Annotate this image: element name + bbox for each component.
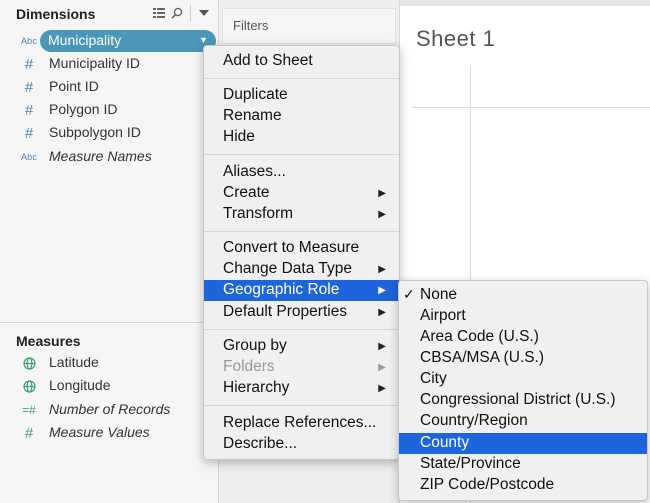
field-subpolygon-id[interactable]: # Subpolygon ID: [0, 122, 219, 144]
geo-role-airport[interactable]: Airport: [399, 306, 647, 327]
submenu-arrow-icon: ▶: [378, 307, 386, 318]
filters-shelf[interactable]: Filters: [222, 8, 396, 44]
menu-item-replace-references[interactable]: Replace References...: [204, 413, 399, 434]
dropdown-caret-icon[interactable]: [195, 4, 213, 22]
field-longitude[interactable]: Longitude: [0, 375, 219, 397]
menu-item-add-to-sheet[interactable]: Add to Sheet: [204, 51, 399, 72]
submenu-arrow-icon: ▶: [378, 383, 386, 394]
geo-role-none[interactable]: ✓ None: [399, 285, 647, 306]
field-name: Longitude: [49, 377, 111, 393]
menu-item-transform[interactable]: Transform ▶: [204, 204, 399, 225]
field-polygon-id[interactable]: # Polygon ID: [0, 99, 219, 121]
menu-separator: [204, 329, 399, 330]
number-type-icon: #: [24, 424, 34, 442]
field-measure-values[interactable]: # Measure Values: [0, 422, 219, 444]
view-gridline: [412, 107, 650, 108]
field-point-id[interactable]: # Point ID: [0, 76, 219, 98]
menu-separator: [204, 154, 399, 155]
dimensions-header: Dimensions: [0, 0, 219, 26]
number-type-icon: #: [24, 101, 34, 119]
geo-role-cbsa-msa[interactable]: CBSA/MSA (U.S.): [399, 348, 647, 369]
menu-item-duplicate[interactable]: Duplicate: [204, 85, 399, 106]
field-number-of-records[interactable]: =# Number of Records: [0, 399, 219, 421]
geo-role-state-province[interactable]: State/Province: [399, 454, 647, 475]
geo-role-county[interactable]: County: [399, 433, 647, 454]
menu-item-create[interactable]: Create ▶: [204, 183, 399, 204]
field-name: Number of Records: [49, 401, 171, 417]
number-type-icon: #: [24, 78, 34, 96]
menu-separator: [204, 78, 399, 79]
filters-label: Filters: [233, 18, 269, 33]
field-name: Measure Names: [49, 148, 152, 164]
menu-item-default-properties[interactable]: Default Properties ▶: [204, 302, 399, 323]
search-icon[interactable]: [168, 4, 186, 22]
geo-role-congressional-district[interactable]: Congressional District (U.S.): [399, 390, 647, 411]
field-measure-names[interactable]: Abc Measure Names: [0, 146, 219, 168]
geo-role-area-code[interactable]: Area Code (U.S.): [399, 327, 647, 348]
geo-role-country-region[interactable]: Country/Region: [399, 411, 647, 432]
geo-role-city[interactable]: City: [399, 369, 647, 390]
globe-icon: [18, 378, 40, 394]
measures-header: Measures: [0, 327, 219, 353]
sheet-title[interactable]: Sheet 1: [416, 26, 495, 52]
menu-item-aliases[interactable]: Aliases...: [204, 162, 399, 183]
field-name: Polygon ID: [49, 101, 118, 117]
submenu-arrow-icon: ▶: [378, 209, 386, 220]
field-name: Municipality ID: [49, 55, 141, 71]
calculated-number-icon: =#: [22, 403, 36, 417]
checkmark-icon: ✓: [403, 286, 415, 302]
menu-item-rename[interactable]: Rename: [204, 106, 399, 127]
geo-role-zip-code[interactable]: ZIP Code/Postcode: [399, 475, 647, 496]
menu-item-hierarchy[interactable]: Hierarchy ▶: [204, 378, 399, 399]
menu-item-describe[interactable]: Describe...: [204, 434, 399, 455]
number-type-icon: #: [24, 124, 34, 142]
menu-item-geographic-role[interactable]: Geographic Role ▶: [204, 280, 399, 301]
submenu-arrow-icon: ▶: [378, 341, 386, 352]
menu-item-convert-to-measure[interactable]: Convert to Measure: [204, 238, 399, 259]
field-municipality-id[interactable]: # Municipality ID: [0, 53, 219, 75]
view-grid-icon[interactable]: [150, 4, 168, 22]
field-name: Subpolygon ID: [49, 124, 141, 140]
globe-icon: [18, 355, 40, 371]
pill-caret-icon[interactable]: ▼: [199, 35, 208, 45]
menu-item-hide[interactable]: Hide: [204, 127, 399, 148]
field-context-menu: Add to Sheet Duplicate Rename Hide Alias…: [203, 45, 400, 460]
municipality-pill-selected[interactable]: Municipality ▼: [40, 30, 216, 52]
submenu-arrow-icon: ▶: [378, 362, 386, 373]
submenu-arrow-icon: ▶: [378, 264, 386, 275]
field-name: Municipality: [48, 32, 122, 48]
geographic-role-submenu: ✓ None Airport Area Code (U.S.) CBSA/MSA …: [398, 280, 648, 501]
menu-item-change-data-type[interactable]: Change Data Type ▶: [204, 259, 399, 280]
measures-title: Measures: [16, 333, 81, 349]
field-name: Measure Values: [49, 424, 150, 440]
dimensions-title: Dimensions: [16, 6, 96, 22]
pane-divider[interactable]: [0, 322, 219, 323]
menu-separator: [204, 405, 399, 406]
menu-item-group-by[interactable]: Group by ▶: [204, 336, 399, 357]
string-type-icon: Abc: [20, 36, 38, 46]
submenu-arrow-icon: ▶: [378, 188, 386, 199]
field-latitude[interactable]: Latitude: [0, 352, 219, 374]
menu-item-folders: Folders ▶: [223, 358, 386, 375]
field-name: Point ID: [49, 78, 99, 94]
string-type-icon: Abc: [20, 152, 38, 162]
number-type-icon: #: [24, 55, 34, 73]
field-name: Latitude: [49, 354, 99, 370]
data-pane: Dimensions Abc Municipality ▼ # Municipa…: [0, 0, 219, 503]
submenu-arrow-icon: ▶: [378, 285, 386, 296]
toolbar-strip: [400, 0, 650, 6]
menu-separator: [204, 231, 399, 232]
